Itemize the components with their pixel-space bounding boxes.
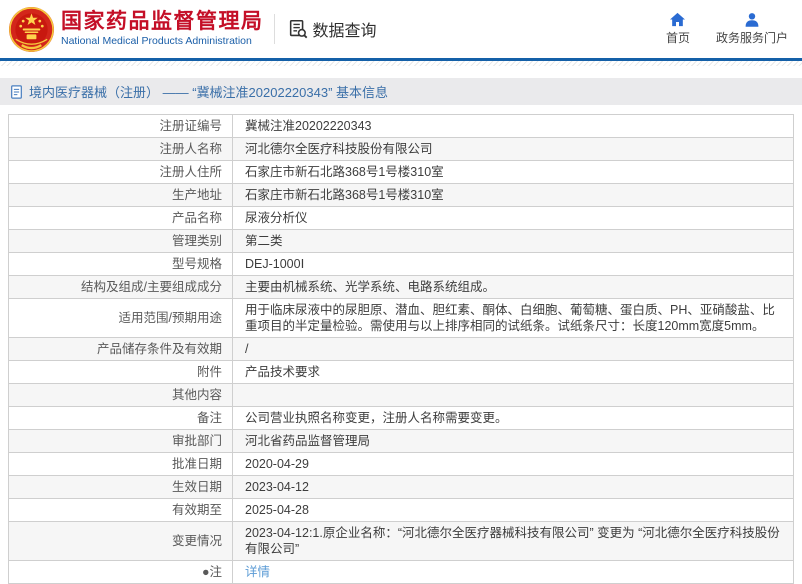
row-label: 备注 <box>9 407 233 430</box>
brand: 国家药品监督管理局 National Medical Products Admi… <box>8 6 264 53</box>
breadcrumb-text: 境内医疗器械（注册） —— “冀械注准20202220343” 基本信息 <box>29 82 388 101</box>
table-row: 备注公司营业执照名称变更，注册人名称需要变更。 <box>9 407 794 430</box>
table-row: 注册证编号冀械注准20202220343 <box>9 115 794 138</box>
table-row: 有效期至2025-04-28 <box>9 499 794 522</box>
row-value: 第二类 <box>233 230 794 253</box>
table-row: 产品储存条件及有效期/ <box>9 338 794 361</box>
agency-name-en: National Medical Products Administration <box>61 34 264 48</box>
row-label: 变更情况 <box>9 522 233 561</box>
row-label: 管理类别 <box>9 230 233 253</box>
row-value <box>233 384 794 407</box>
table-row: 其他内容 <box>9 384 794 407</box>
row-label: 结构及组成/主要组成成分 <box>9 276 233 299</box>
brand-text: 国家药品监督管理局 National Medical Products Admi… <box>61 10 264 48</box>
hatch-strip <box>0 61 802 66</box>
table-row: 批准日期2020-04-29 <box>9 453 794 476</box>
row-label: 注册人住所 <box>9 161 233 184</box>
detail-link[interactable]: 详情 <box>245 565 270 579</box>
user-icon <box>744 12 760 27</box>
document-search-icon <box>287 18 309 40</box>
top-nav: 首页 政务服务门户 <box>666 12 788 46</box>
row-value: 冀械注准20202220343 <box>233 115 794 138</box>
table-row: 生效日期2023-04-12 <box>9 476 794 499</box>
table-row: 审批部门河北省药品监督管理局 <box>9 430 794 453</box>
row-value: 石家庄市新石北路368号1号楼310室 <box>233 184 794 207</box>
agency-name-cn: 国家药品监督管理局 <box>61 10 264 34</box>
row-value: / <box>233 338 794 361</box>
page-icon <box>10 85 23 99</box>
row-label: 生效日期 <box>9 476 233 499</box>
page: 国家药品监督管理局 National Medical Products Admi… <box>0 0 802 584</box>
row-value: 2023-04-12:1.原企业名称：“河北德尔全医疗器械科技有限公司” 变更为… <box>233 522 794 561</box>
table-row: 结构及组成/主要组成成分主要由机械系统、光学系统、电路系统组成。 <box>9 276 794 299</box>
row-value: 2020-04-29 <box>233 453 794 476</box>
registration-info-table: 注册证编号冀械注准20202220343注册人名称河北德尔全医疗科技股份有限公司… <box>8 114 794 584</box>
row-label: 审批部门 <box>9 430 233 453</box>
data-query-label: 数据查询 <box>313 17 377 41</box>
table-row: 产品名称尿液分析仪 <box>9 207 794 230</box>
header-divider <box>274 14 275 44</box>
table-row: 生产地址石家庄市新石北路368号1号楼310室 <box>9 184 794 207</box>
table-row: 注册人名称河北德尔全医疗科技股份有限公司 <box>9 138 794 161</box>
table-row: 型号规格DEJ-1000Ⅰ <box>9 253 794 276</box>
nav-home-label: 首页 <box>666 29 690 46</box>
row-value: DEJ-1000Ⅰ <box>233 253 794 276</box>
row-value: 石家庄市新石北路368号1号楼310室 <box>233 161 794 184</box>
table-row: 附件产品技术要求 <box>9 361 794 384</box>
row-value: 尿液分析仪 <box>233 207 794 230</box>
row-value: 主要由机械系统、光学系统、电路系统组成。 <box>233 276 794 299</box>
row-label: 附件 <box>9 361 233 384</box>
row-value: 河北省药品监督管理局 <box>233 430 794 453</box>
row-label: 型号规格 <box>9 253 233 276</box>
breadcrumb: 境内医疗器械（注册） —— “冀械注准20202220343” 基本信息 <box>0 78 802 105</box>
row-value: 产品技术要求 <box>233 361 794 384</box>
row-label: 有效期至 <box>9 499 233 522</box>
row-label: 产品名称 <box>9 207 233 230</box>
nav-portal[interactable]: 政务服务门户 <box>716 12 788 46</box>
row-label: 其他内容 <box>9 384 233 407</box>
row-label: ●注 <box>9 561 233 584</box>
info-table-body: 注册证编号冀械注准20202220343注册人名称河北德尔全医疗科技股份有限公司… <box>9 115 794 584</box>
table-row: ●注详情 <box>9 561 794 584</box>
row-label: 适用范围/预期用途 <box>9 299 233 338</box>
row-value: 公司营业执照名称变更，注册人名称需要变更。 <box>233 407 794 430</box>
row-label: 注册人名称 <box>9 138 233 161</box>
national-emblem-icon <box>8 6 55 53</box>
table-row: 管理类别第二类 <box>9 230 794 253</box>
table-row: 适用范围/预期用途用于临床尿液中的尿胆原、潜血、胆红素、酮体、白细胞、葡萄糖、蛋… <box>9 299 794 338</box>
row-label: 批准日期 <box>9 453 233 476</box>
nav-portal-label: 政务服务门户 <box>716 29 788 46</box>
home-icon <box>669 12 686 27</box>
data-query-section[interactable]: 数据查询 <box>287 17 377 41</box>
site-header: 国家药品监督管理局 National Medical Products Admi… <box>0 0 802 58</box>
table-row: 注册人住所石家庄市新石北路368号1号楼310室 <box>9 161 794 184</box>
row-value: 2023-04-12 <box>233 476 794 499</box>
nav-home[interactable]: 首页 <box>666 12 690 46</box>
table-row: 变更情况2023-04-12:1.原企业名称：“河北德尔全医疗器械科技有限公司”… <box>9 522 794 561</box>
row-value: 2025-04-28 <box>233 499 794 522</box>
row-value: 河北德尔全医疗科技股份有限公司 <box>233 138 794 161</box>
row-label: 生产地址 <box>9 184 233 207</box>
row-value: 详情 <box>233 561 794 584</box>
row-value: 用于临床尿液中的尿胆原、潜血、胆红素、酮体、白细胞、葡萄糖、蛋白质、PH、亚硝酸… <box>233 299 794 338</box>
row-label: 产品储存条件及有效期 <box>9 338 233 361</box>
row-label: 注册证编号 <box>9 115 233 138</box>
